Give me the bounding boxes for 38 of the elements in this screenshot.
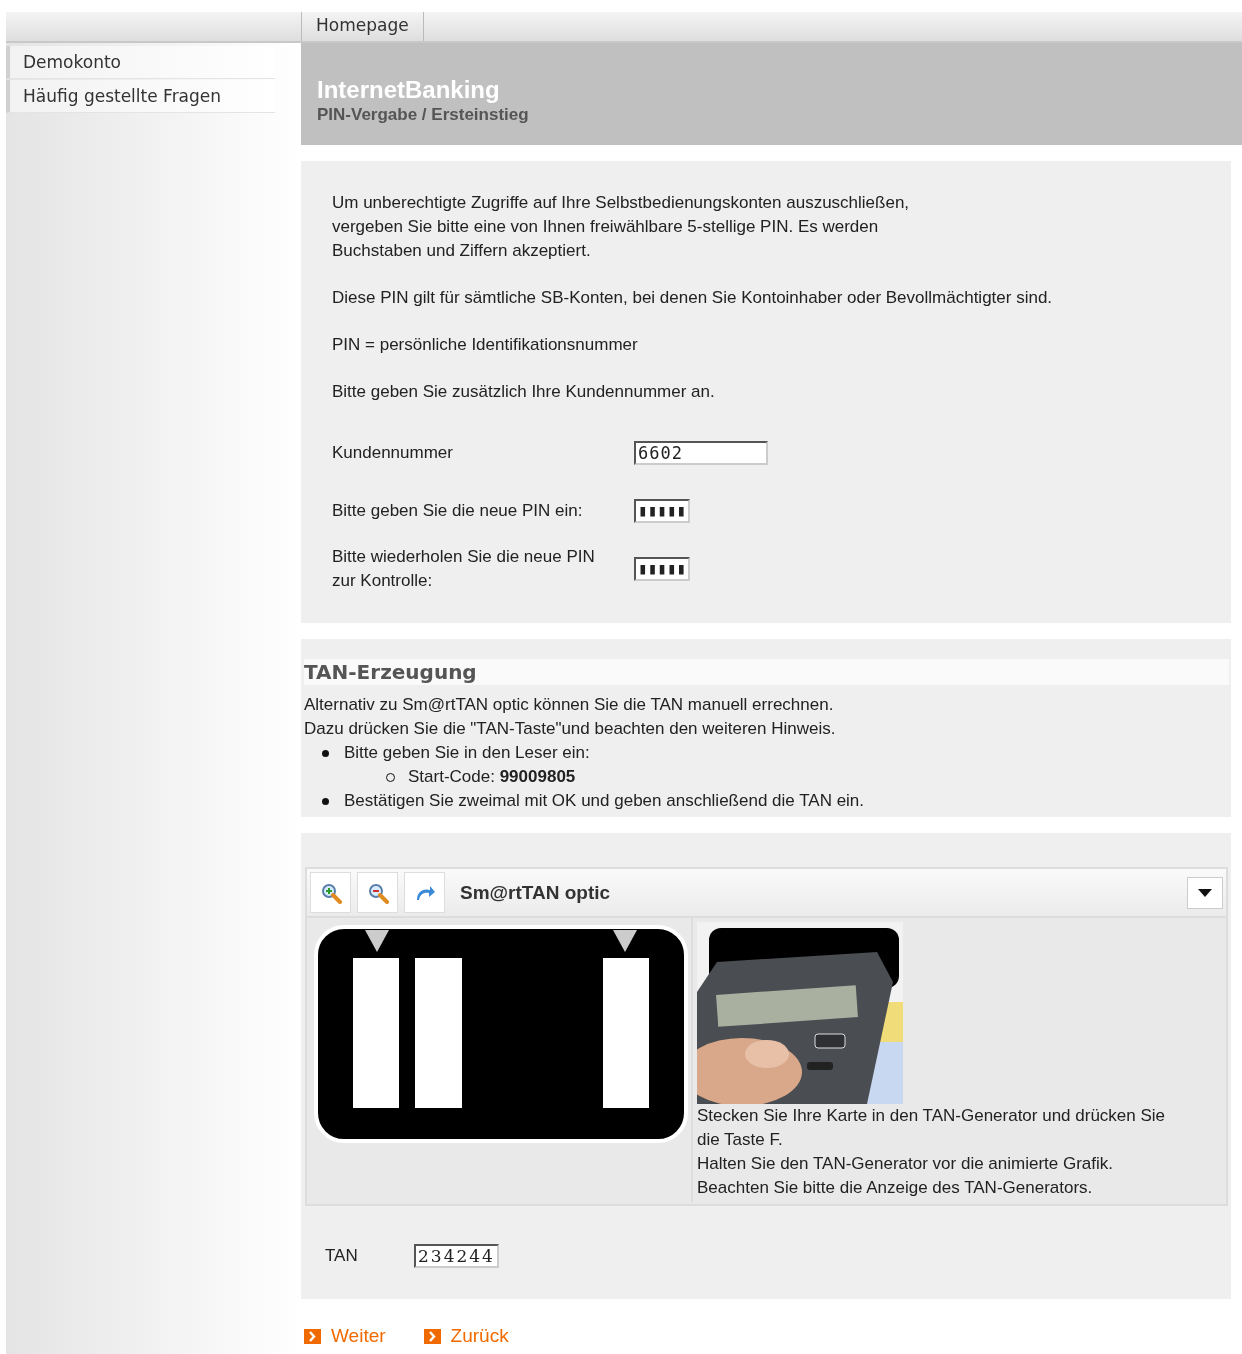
info-text: Alternativ zu Sm@rtTAN optic können Sie die TAN manuell errechnen. <box>304 694 835 716</box>
page-title: InternetBanking <box>317 75 501 105</box>
info-text: PIN = persönliche Identifikationsnummer <box>332 334 639 356</box>
step-text: Bitte geben Sie in den Leser ein: <box>344 743 590 762</box>
widget-title: Sm@rtTAN optic <box>460 881 612 904</box>
customer-number-field[interactable]: 6602 <box>634 441 768 465</box>
pin-field[interactable]: ▮▮▮▮▮ <box>634 557 691 581</box>
chevron-icon <box>304 1328 321 1344</box>
caret-icon <box>1197 887 1213 898</box>
instruction-text: Stecken Sie Ihre Karte in den TAN-Generator und drücken Sie die Taste F. <box>697 1105 1167 1151</box>
step-text: Bestätigen Sie zweimal mit OK und geben anschließend die TAN ein. <box>344 791 865 810</box>
info-text: Diese PIN gilt für sämtliche SB-Konten, bei denen Sie Kontoinhaber oder Bevollmächtigter sind. <box>332 287 1054 309</box>
page-subtitle: PIN-Vergabe / Ersteinstieg <box>317 105 530 125</box>
zoom-in-icon <box>319 881 342 904</box>
chevron-icon <box>423 1328 441 1344</box>
instruction-text: Beachten Sie bitte die Anzeige des TAN-Generators. <box>697 1177 1094 1199</box>
section-heading: TAN-Erzeugung <box>304 659 1229 685</box>
instruction-text: Halten Sie den TAN-Generator vor die animierte Grafik. <box>697 1153 1115 1175</box>
reset-button[interactable] <box>404 872 445 913</box>
sidebar-item[interactable]: Demokonto <box>6 46 275 79</box>
bullet-icon <box>322 750 329 757</box>
field-label: Bitte geben Sie die neue PIN ein: <box>332 500 584 522</box>
info-text: Um unberechtigte Zugriffe auf Ihre Selbstbedienungskonten auszuschließen, vergeben Sie bitte eine von Ihnen freiwählbare 5-stellige PIN. Es werden Buchstaben und Ziffern akzeptiert. <box>332 192 911 262</box>
zoom-out-button[interactable] <box>357 872 398 913</box>
homepage-tab[interactable]: Homepage <box>301 12 424 41</box>
info-text: Dazu drücken Sie die "TAN-Taste"und beachten den weiteren Hinweis. <box>304 718 837 740</box>
bullet-icon <box>322 798 329 805</box>
dropdown-button[interactable] <box>1187 876 1223 909</box>
field-label: Bitte wiederholen Sie die neue PIN zur Kontrolle: <box>332 546 596 592</box>
zoom-in-button[interactable] <box>310 872 351 913</box>
pin-field[interactable]: ▮▮▮▮▮ <box>634 499 691 523</box>
zoom-out-icon <box>366 881 389 904</box>
field-label: TAN <box>325 1245 359 1267</box>
step-text: Start-Code: 99009805 <box>408 767 576 786</box>
field-label: Kundennummer <box>332 442 454 464</box>
info-text: Bitte geben Sie zusätzlich Ihre Kundennummer an. <box>332 381 716 403</box>
sidebar-item[interactable]: Häufig gestellte Fragen <box>6 80 275 113</box>
tan-field[interactable]: 234244 <box>414 1244 499 1268</box>
